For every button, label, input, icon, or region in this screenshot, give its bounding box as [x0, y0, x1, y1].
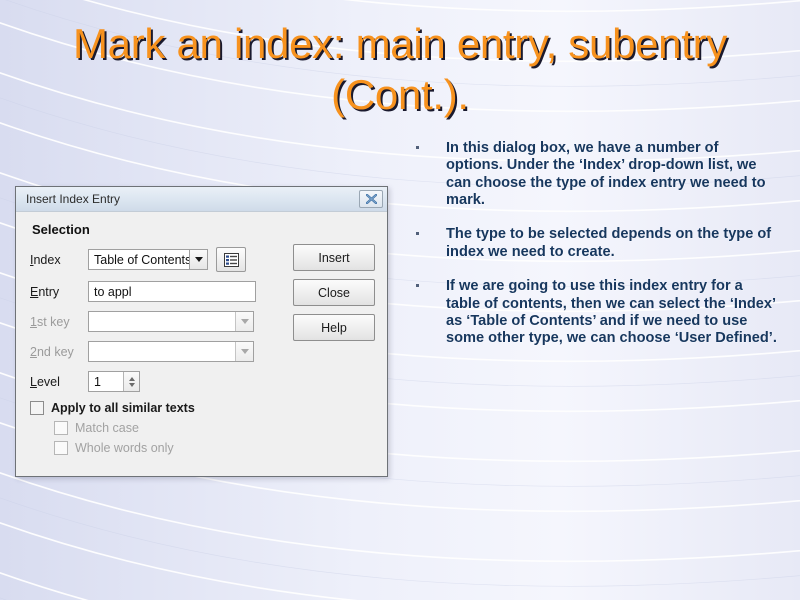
checkbox-icon[interactable]: [54, 441, 68, 455]
dialog-button-column: Insert Close Help: [293, 244, 375, 349]
second-key-select[interactable]: [88, 341, 254, 362]
close-icon[interactable]: [359, 190, 383, 208]
level-row: Level 1: [30, 371, 375, 392]
chevron-down-icon[interactable]: [189, 250, 207, 269]
checkbox-icon[interactable]: [30, 401, 44, 415]
slide-canvas: Mark an index: main entry, subentry (Con…: [0, 0, 800, 600]
entry-input-value: to appl: [94, 284, 132, 299]
match-case-checkbox[interactable]: Match case: [54, 421, 375, 435]
chevron-down-icon[interactable]: [235, 342, 253, 361]
dialog-titlebar[interactable]: Insert Index Entry: [16, 187, 387, 212]
insert-button[interactable]: Insert: [293, 244, 375, 271]
index-select[interactable]: Table of Contents: [88, 249, 208, 270]
bullet-marker-icon: [416, 146, 419, 149]
index-label: Index: [30, 252, 61, 267]
stepper-arrows-icon[interactable]: [123, 372, 139, 391]
dialog-title: Insert Index Entry: [26, 192, 121, 206]
bullet-list: In this dialog box, we have a number of …: [408, 140, 778, 365]
bullet-text: The type to be selected depends on the t…: [446, 226, 772, 260]
entry-label: Entry: [30, 284, 60, 299]
slide-title: Mark an index: main entry, subentry (Con…: [72, 20, 727, 119]
level-label: Level: [30, 374, 60, 389]
bullet-item: In this dialog box, we have a number of …: [408, 140, 778, 209]
apply-all-similar-checkbox[interactable]: Apply to all similar texts: [30, 401, 375, 415]
index-list-icon[interactable]: [216, 247, 246, 272]
level-value: 1: [94, 374, 101, 389]
checkbox-icon[interactable]: [54, 421, 68, 435]
chevron-down-icon[interactable]: [235, 312, 253, 331]
bullet-marker-icon: [416, 284, 419, 288]
match-case-label: Match case: [75, 421, 139, 435]
help-button[interactable]: Help: [293, 314, 375, 341]
bullet-text: If we are going to use this index entry …: [446, 278, 777, 347]
entry-input[interactable]: to appl: [88, 281, 256, 302]
selection-group-label: Selection: [32, 222, 90, 237]
insert-index-entry-dialog: Insert Index Entry Selection Index Table…: [15, 186, 388, 477]
whole-words-checkbox[interactable]: Whole words only: [54, 441, 375, 455]
dialog-body: Selection Index Table of Contents Entry …: [16, 212, 387, 476]
index-select-value: Table of Contents: [94, 252, 189, 267]
close-button[interactable]: Close: [293, 279, 375, 306]
first-key-label: 1st key: [30, 314, 70, 329]
level-stepper[interactable]: 1: [88, 371, 140, 392]
index-label-rest: ndex: [33, 252, 61, 267]
first-key-select[interactable]: [88, 311, 254, 332]
whole-words-label: Whole words only: [75, 441, 174, 455]
bullet-item: The type to be selected depends on the t…: [408, 226, 778, 261]
apply-all-similar-label: Apply to all similar texts: [51, 401, 195, 415]
bullet-item: If we are going to use this index entry …: [408, 278, 778, 347]
second-key-label: 2nd key: [30, 344, 74, 359]
bullet-text: In this dialog box, we have a number of …: [446, 140, 766, 209]
bullet-marker-icon: [416, 232, 419, 236]
